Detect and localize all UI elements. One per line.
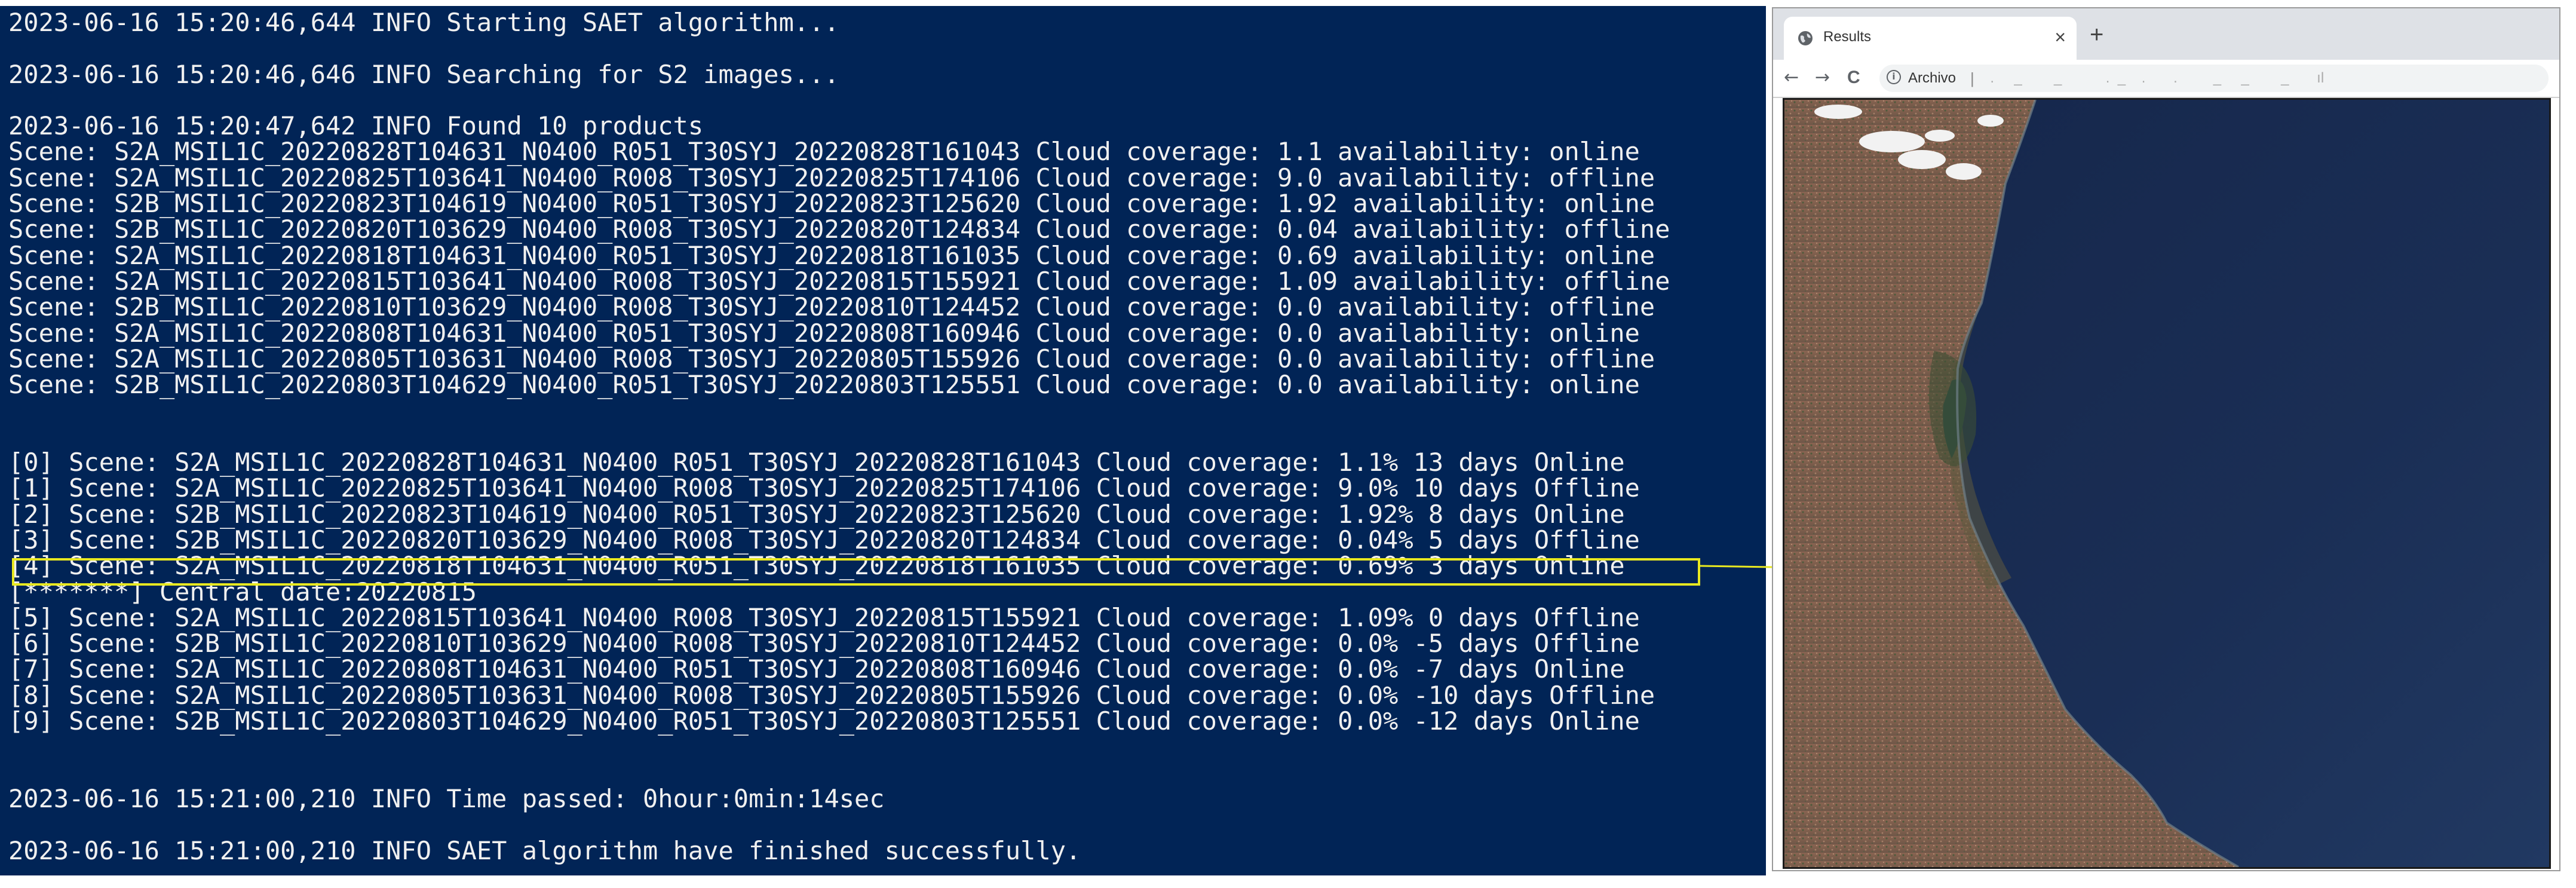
address-bar[interactable]: i Archivo | . _ _ . _ . . _ _ _ ıl <box>1879 65 2549 92</box>
terminal-line: Scene: S2A_MSIL1C_20220828T104631_N0400_… <box>8 137 1640 167</box>
terminal-line: 2023-06-16 15:20:46,646 INFO Searching f… <box>8 59 839 89</box>
address-scheme-label: Archivo <box>1908 70 1956 86</box>
terminal-line: 2023-06-16 15:21:00,210 INFO SAET algori… <box>8 835 1081 865</box>
page-viewport <box>1783 98 2551 869</box>
tab-strip: Results × + <box>1773 8 2559 60</box>
terminal-line: [*******] Central date:20220815 <box>8 577 477 607</box>
info-icon[interactable]: i <box>1887 70 1901 84</box>
terminal-line: Scene: S2A_MSIL1C_20220805T103631_N0400_… <box>8 344 1655 373</box>
terminal-line: Scene: S2A_MSIL1C_20220808T104631_N0400_… <box>8 318 1640 348</box>
terminal-line: [0] Scene: S2A_MSIL1C_20220828T104631_N0… <box>8 448 1625 477</box>
terminal-line: [8] Scene: S2A_MSIL1C_20220805T103631_N0… <box>8 680 1655 710</box>
browser-toolbar: ← → C i Archivo | . _ _ . _ . . _ _ _ ıl <box>1773 60 2559 98</box>
tab-title: Results <box>1823 29 1872 45</box>
terminal-line: Scene: S2A_MSIL1C_20220825T103641_N0400_… <box>8 163 1655 192</box>
browser-window: Results × + ← → C i Archivo | . _ _ . _ … <box>1772 7 2560 871</box>
terminal-line: Scene: S2B_MSIL1C_20220823T104619_N0400_… <box>8 189 1655 219</box>
terminal-line: [7] Scene: S2A_MSIL1C_20220808T104631_N0… <box>8 654 1625 684</box>
terminal-line: Scene: S2B_MSIL1C_20220803T104629_N0400_… <box>8 370 1640 400</box>
terminal-line: [5] Scene: S2A_MSIL1C_20220815T103641_N0… <box>8 602 1640 632</box>
terminal-line: [9] Scene: S2B_MSIL1C_20220803T104629_N0… <box>8 706 1640 736</box>
reload-icon[interactable]: C <box>1847 65 1860 91</box>
terminal-line: [2] Scene: S2B_MSIL1C_20220823T104619_N0… <box>8 499 1625 529</box>
address-url-text[interactable]: . _ _ . _ . . _ _ _ ıl <box>1982 70 2532 88</box>
forward-arrow-icon[interactable]: → <box>1815 65 1830 91</box>
terminal-line: [1] Scene: S2A_MSIL1C_20220825T103641_N0… <box>8 473 1640 503</box>
terminal-line: 2023-06-16 15:20:47,642 INFO Found 10 pr… <box>8 111 704 141</box>
terminal-line: Scene: S2B_MSIL1C_20220820T103629_N0400_… <box>8 215 1670 244</box>
terminal-line: Scene: S2A_MSIL1C_20220818T104631_N0400_… <box>8 240 1655 270</box>
close-icon[interactable]: × <box>2054 25 2066 49</box>
terminal-window[interactable]: 2023-06-16 15:20:46,644 INFO Starting SA… <box>0 6 1766 875</box>
new-tab-button[interactable]: + <box>2090 22 2103 48</box>
terminal-line: Scene: S2A_MSIL1C_20220815T103641_N0400_… <box>8 266 1670 296</box>
terminal-line: Scene: S2B_MSIL1C_20220810T103629_N0400_… <box>8 292 1655 322</box>
terminal-line: [6] Scene: S2B_MSIL1C_20220810T103629_N0… <box>8 629 1640 659</box>
satellite-image <box>1784 100 2549 867</box>
address-separator: | <box>1970 69 1974 87</box>
terminal-line: 2023-06-16 15:21:00,210 INFO Time passed… <box>8 783 885 813</box>
terminal-line: 2023-06-16 15:20:46,644 INFO Starting SA… <box>8 8 839 37</box>
globe-icon <box>1798 31 1813 45</box>
terminal-line: [3] Scene: S2B_MSIL1C_20220820T103629_N0… <box>8 525 1640 555</box>
terminal-output: 2023-06-16 15:20:46,644 INFO Starting SA… <box>8 10 1670 863</box>
tab-results[interactable]: Results × <box>1784 17 2077 60</box>
back-arrow-icon[interactable]: ← <box>1784 65 1799 91</box>
terminal-line-highlighted: [4] Scene: S2A_MSIL1C_20220818T104631_N0… <box>8 551 1625 581</box>
